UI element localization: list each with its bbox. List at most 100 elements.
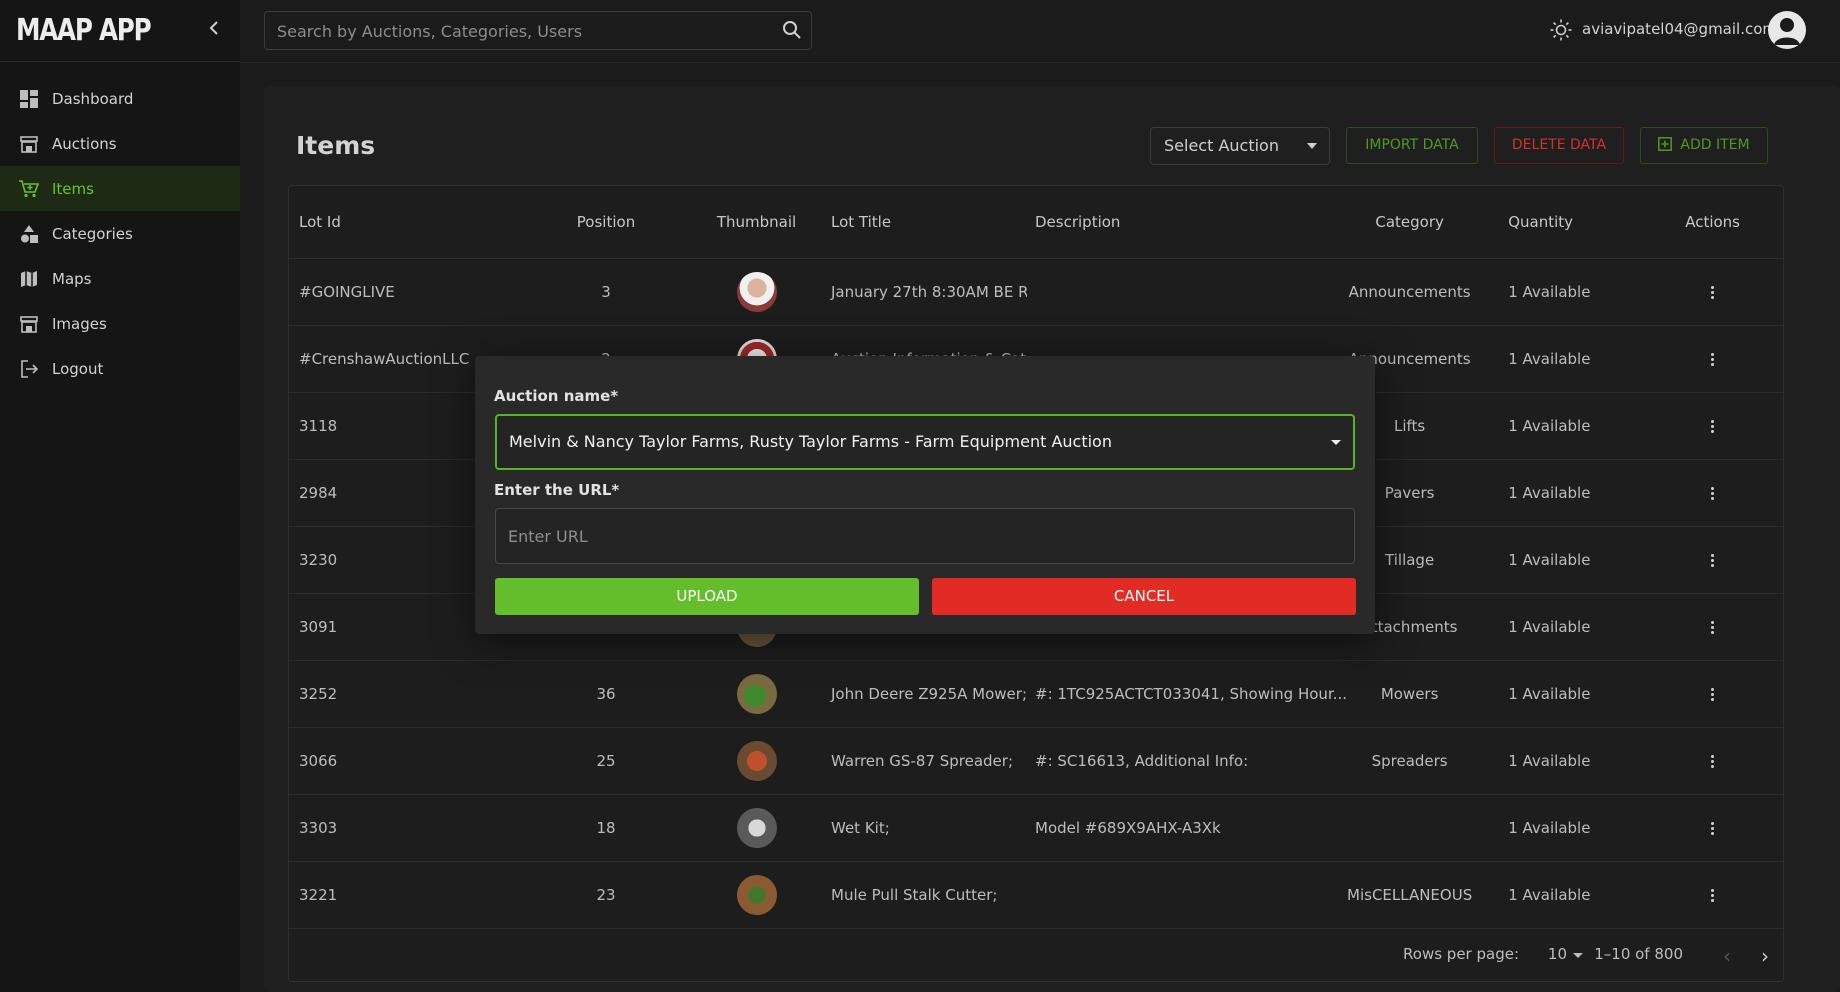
quantity: 1 Available — [1472, 727, 1643, 795]
position: 25 — [522, 727, 690, 795]
auction-name-select[interactable]: Melvin & Nancy Taylor Farms, Rusty Taylo… — [495, 414, 1355, 470]
import-data-button[interactable]: IMPORT DATA — [1346, 127, 1478, 164]
auction-name-value: Melvin & Nancy Taylor Farms, Rusty Taylo… — [509, 432, 1112, 451]
sidebar-item-label: Items — [52, 179, 94, 198]
logout-icon — [18, 358, 40, 380]
col-lot-title[interactable]: Lot Title — [823, 186, 1027, 259]
more-vert-icon[interactable] — [1710, 351, 1715, 368]
user-email: aviavipatel04@gmail.com — [1582, 20, 1778, 38]
add-item-button[interactable]: ADD ITEM — [1640, 127, 1768, 164]
collapse-sidebar-icon[interactable] — [203, 18, 225, 42]
more-vert-icon[interactable] — [1710, 485, 1715, 502]
lot-id: 3303 — [289, 794, 522, 862]
shapes-icon — [18, 223, 40, 245]
col-category[interactable]: Category — [1347, 186, 1473, 259]
url-input[interactable] — [496, 509, 1330, 563]
sidebar-item-label: Images — [52, 314, 107, 333]
table-row[interactable]: 3221 23 Mule Pull Stalk Cutter; MisCELLA… — [289, 861, 1783, 929]
add-item-label: ADD ITEM — [1680, 137, 1750, 153]
chevron-down-icon[interactable] — [1573, 953, 1583, 958]
next-page-icon[interactable]: › — [1761, 944, 1769, 968]
table-row[interactable]: 3303 18 Wet Kit; Model #689X9AHX-A3Xk 1 … — [289, 794, 1783, 862]
quantity: 1 Available — [1472, 861, 1643, 929]
map-icon — [18, 268, 40, 290]
lot-title: Mule Pull Stalk Cutter; — [823, 861, 1027, 929]
description — [1027, 258, 1348, 326]
category — [1347, 794, 1473, 862]
col-description[interactable]: Description — [1027, 186, 1348, 259]
more-vert-icon[interactable] — [1710, 753, 1715, 770]
col-lot-id[interactable]: Lot Id — [289, 186, 522, 259]
cancel-button[interactable]: CANCEL — [932, 578, 1356, 615]
thumbnail-image — [736, 808, 777, 848]
search-icon[interactable] — [782, 20, 802, 44]
select-auction-dropdown[interactable]: Select Auction — [1150, 127, 1330, 165]
sidebar-item-label: Categories — [52, 224, 133, 243]
table-row[interactable]: 3066 25 Warren GS-87 Spreader; #: SC1661… — [289, 727, 1783, 795]
thumbnail-image — [736, 674, 777, 714]
category: Announcements — [1347, 258, 1473, 326]
more-vert-icon[interactable] — [1710, 552, 1715, 569]
more-vert-icon[interactable] — [1710, 887, 1715, 904]
sidebar-item-label: Dashboard — [52, 89, 134, 108]
position: 18 — [522, 794, 690, 862]
more-vert-icon[interactable] — [1710, 686, 1715, 703]
sidebar-nav: Dashboard Auctions Items Categories Maps… — [0, 76, 240, 391]
description: #: SC16613, Additional Info: — [1027, 727, 1348, 795]
import-dialog: Auction name* Melvin & Nancy Taylor Farm… — [475, 356, 1375, 634]
pagination: Rows per page: 10 1–10 of 800 ‹ › — [289, 931, 1783, 981]
position: 3 — [522, 258, 690, 326]
lot-title: January 27th 8:30AM BE RE — [823, 258, 1027, 326]
sidebar-item-label: Logout — [52, 359, 104, 378]
col-position[interactable]: Position — [522, 186, 690, 259]
app-logo: MAAP APP — [16, 13, 152, 48]
rows-per-page-select[interactable]: 10 — [1548, 945, 1567, 963]
delete-data-button[interactable]: DELETE DATA — [1494, 127, 1624, 164]
position: 36 — [522, 660, 690, 728]
avatar[interactable] — [1768, 11, 1806, 49]
quantity: 1 Available — [1472, 526, 1643, 594]
col-actions: Actions — [1642, 186, 1783, 259]
light-mode-icon[interactable] — [1550, 19, 1572, 45]
image-icon — [18, 313, 40, 335]
quantity: 1 Available — [1472, 593, 1643, 661]
top-bar: aviavipatel04@gmail.com — [240, 0, 1840, 63]
thumbnail-image — [736, 272, 777, 312]
description: Model #689X9AHX-A3Xk — [1027, 794, 1348, 862]
quantity: 1 Available — [1472, 392, 1643, 460]
sidebar-item-dashboard[interactable]: Dashboard — [0, 76, 240, 121]
sidebar-item-auctions[interactable]: Auctions — [0, 121, 240, 166]
more-vert-icon[interactable] — [1710, 284, 1715, 301]
more-vert-icon[interactable] — [1710, 619, 1715, 636]
upload-button[interactable]: UPLOAD — [495, 578, 919, 615]
sidebar-item-logout[interactable]: Logout — [0, 346, 240, 391]
sidebar-item-maps[interactable]: Maps — [0, 256, 240, 301]
page-title: Items — [296, 131, 376, 160]
quantity: 1 Available — [1472, 258, 1643, 326]
cart-icon — [18, 178, 40, 200]
sidebar-item-label: Auctions — [52, 134, 117, 153]
more-vert-icon[interactable] — [1710, 418, 1715, 435]
quantity: 1 Available — [1472, 459, 1643, 527]
lot-id: #GOINGLIVE — [289, 258, 522, 326]
search-box — [264, 11, 812, 51]
col-thumbnail: Thumbnail — [690, 186, 823, 259]
prev-page-icon[interactable]: ‹ — [1723, 944, 1731, 968]
add-box-icon — [1658, 137, 1673, 151]
quantity: 1 Available — [1472, 794, 1643, 862]
url-field-wrap — [495, 508, 1355, 564]
table-row[interactable]: 3252 36 John Deere Z925A Mower; #: 1TC92… — [289, 660, 1783, 728]
sidebar-item-images[interactable]: Images — [0, 301, 240, 346]
search-input[interactable] — [265, 12, 779, 51]
rows-per-page-label: Rows per page: — [1403, 945, 1519, 963]
sidebar-item-items[interactable]: Items — [0, 166, 240, 211]
sidebar-item-categories[interactable]: Categories — [0, 211, 240, 256]
table-row[interactable]: #GOINGLIVE 3 January 27th 8:30AM BE RE A… — [289, 258, 1783, 326]
table-header-row: Lot Id Position Thumbnail Lot Title Desc… — [289, 186, 1783, 259]
lot-id: 3066 — [289, 727, 522, 795]
more-vert-icon[interactable] — [1710, 820, 1715, 837]
col-quantity[interactable]: Quantity — [1472, 186, 1643, 259]
chevron-down-icon — [1331, 440, 1341, 445]
select-auction-label: Select Auction — [1164, 136, 1279, 155]
thumbnail-image — [736, 741, 777, 781]
